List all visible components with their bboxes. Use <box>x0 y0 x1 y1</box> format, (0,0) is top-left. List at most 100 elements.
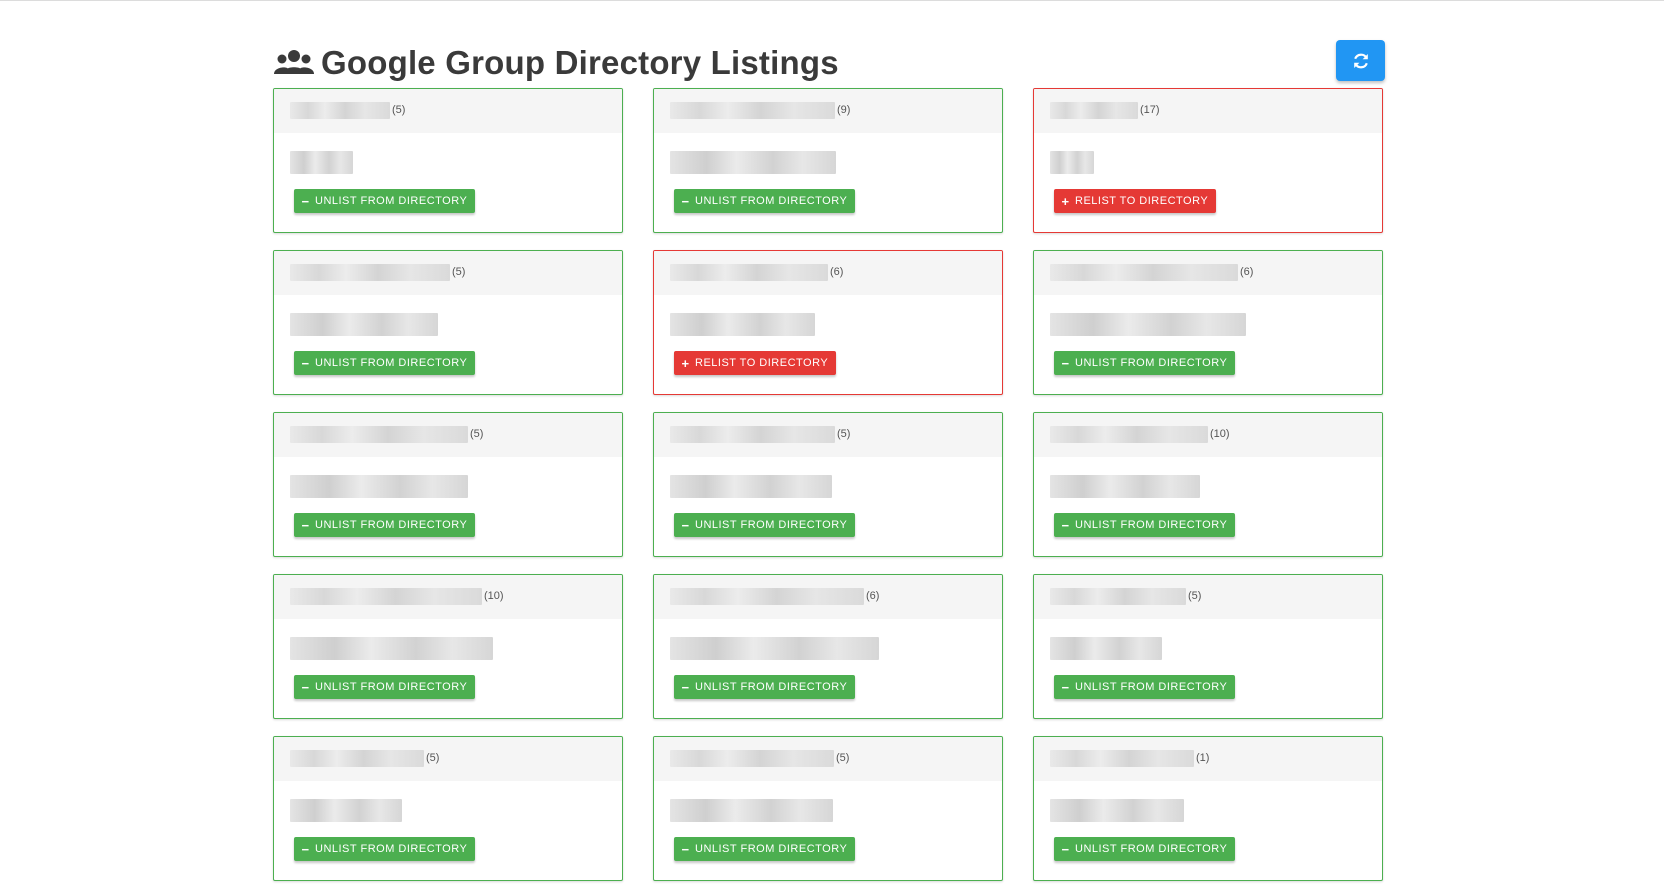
member-count: (9) <box>837 104 851 116</box>
button-label: UNLIST FROM DIRECTORY <box>695 195 848 207</box>
group-card: (5) − UNLIST FROM DIRECTORY <box>273 412 623 557</box>
group-card: (9) − UNLIST FROM DIRECTORY <box>653 88 1003 233</box>
unlist-button[interactable]: − UNLIST FROM DIRECTORY <box>1054 837 1236 861</box>
member-count: (5) <box>426 752 440 764</box>
member-count: (6) <box>1240 266 1254 278</box>
button-label: UNLIST FROM DIRECTORY <box>1075 357 1228 369</box>
page-header: Google Group Directory Listings <box>273 40 1385 90</box>
unlist-button[interactable]: − UNLIST FROM DIRECTORY <box>294 837 476 861</box>
button-label: UNLIST FROM DIRECTORY <box>315 843 468 855</box>
minus-icon: − <box>681 193 690 209</box>
minus-icon: − <box>681 841 690 857</box>
unlist-button[interactable]: − UNLIST FROM DIRECTORY <box>294 189 476 213</box>
users-icon <box>274 50 314 74</box>
group-card-header: (5) <box>1034 575 1382 619</box>
unlist-button[interactable]: − UNLIST FROM DIRECTORY <box>1054 351 1236 375</box>
member-count: (5) <box>470 428 484 440</box>
member-count: (6) <box>866 590 880 602</box>
refresh-icon <box>1353 53 1368 68</box>
button-label: UNLIST FROM DIRECTORY <box>315 195 468 207</box>
member-count: (5) <box>837 428 851 440</box>
plus-icon: + <box>681 355 690 371</box>
redacted-group-name <box>290 264 450 281</box>
member-count: (10) <box>1210 428 1230 440</box>
unlist-button[interactable]: − UNLIST FROM DIRECTORY <box>294 513 476 537</box>
group-card: (5) − UNLIST FROM DIRECTORY <box>653 412 1003 557</box>
group-card: (10) − UNLIST FROM DIRECTORY <box>1033 412 1383 557</box>
redacted-group-email <box>670 151 836 174</box>
group-card: (5) − UNLIST FROM DIRECTORY <box>273 736 623 881</box>
unlist-button[interactable]: − UNLIST FROM DIRECTORY <box>294 675 476 699</box>
redacted-group-email <box>290 799 402 822</box>
button-label: UNLIST FROM DIRECTORY <box>315 681 468 693</box>
group-card: (10) − UNLIST FROM DIRECTORY <box>273 574 623 719</box>
minus-icon: − <box>1061 355 1070 371</box>
relist-button[interactable]: + RELIST TO DIRECTORY <box>1054 189 1217 213</box>
button-label: UNLIST FROM DIRECTORY <box>695 843 848 855</box>
minus-icon: − <box>1061 517 1070 533</box>
button-label: UNLIST FROM DIRECTORY <box>1075 681 1228 693</box>
unlist-button[interactable]: − UNLIST FROM DIRECTORY <box>674 837 856 861</box>
unlist-button[interactable]: − UNLIST FROM DIRECTORY <box>674 189 856 213</box>
unlist-button[interactable]: − UNLIST FROM DIRECTORY <box>674 513 856 537</box>
group-card: (6) − UNLIST FROM DIRECTORY <box>653 574 1003 719</box>
relist-button[interactable]: + RELIST TO DIRECTORY <box>674 351 837 375</box>
group-card: (1) − UNLIST FROM DIRECTORY <box>1033 736 1383 881</box>
group-card-header: (5) <box>654 413 1002 457</box>
redacted-group-name <box>290 750 424 767</box>
group-card: (5) − UNLIST FROM DIRECTORY <box>273 250 623 395</box>
group-card-header: (10) <box>274 575 622 619</box>
redacted-group-name <box>670 102 835 119</box>
group-card: (5) − UNLIST FROM DIRECTORY <box>1033 574 1383 719</box>
group-card-header: (6) <box>654 575 1002 619</box>
member-count: (17) <box>1140 104 1160 116</box>
redacted-group-name <box>290 588 482 605</box>
redacted-group-email <box>1050 151 1094 174</box>
unlist-button[interactable]: − UNLIST FROM DIRECTORY <box>1054 675 1236 699</box>
group-card: (6) + RELIST TO DIRECTORY <box>653 250 1003 395</box>
group-card: (17) + RELIST TO DIRECTORY <box>1033 88 1383 233</box>
redacted-group-email <box>1050 637 1162 660</box>
unlist-button[interactable]: − UNLIST FROM DIRECTORY <box>1054 513 1236 537</box>
button-label: RELIST TO DIRECTORY <box>1075 195 1209 207</box>
group-card-header: (17) <box>1034 89 1382 133</box>
redacted-group-email <box>290 313 438 336</box>
group-card-header: (6) <box>1034 251 1382 295</box>
group-card-header: (9) <box>654 89 1002 133</box>
redacted-group-name <box>1050 426 1208 443</box>
page-title: Google Group Directory Listings <box>321 44 839 81</box>
minus-icon: − <box>681 679 690 695</box>
unlist-button[interactable]: − UNLIST FROM DIRECTORY <box>674 675 856 699</box>
minus-icon: − <box>301 517 310 533</box>
group-card-header: (5) <box>654 737 1002 781</box>
group-card-header: (5) <box>274 251 622 295</box>
plus-icon: + <box>1061 193 1070 209</box>
minus-icon: − <box>301 193 310 209</box>
minus-icon: − <box>681 517 690 533</box>
redacted-group-email <box>1050 799 1184 822</box>
group-card-header: (5) <box>274 89 622 133</box>
button-label: UNLIST FROM DIRECTORY <box>1075 843 1228 855</box>
redacted-group-name <box>670 750 834 767</box>
redacted-group-email <box>290 151 353 174</box>
redacted-group-name <box>670 264 828 281</box>
member-count: (5) <box>1188 590 1202 602</box>
minus-icon: − <box>1061 679 1070 695</box>
member-count: (5) <box>392 104 406 116</box>
redacted-group-email <box>670 637 879 660</box>
minus-icon: − <box>1061 841 1070 857</box>
redacted-group-email <box>290 475 468 498</box>
refresh-button[interactable] <box>1336 40 1385 81</box>
group-card: (5) − UNLIST FROM DIRECTORY <box>653 736 1003 881</box>
title-block: Google Group Directory Listings <box>273 44 839 82</box>
group-card-header: (5) <box>274 737 622 781</box>
minus-icon: − <box>301 355 310 371</box>
minus-icon: − <box>301 841 310 857</box>
redacted-group-name <box>290 426 468 443</box>
redacted-group-name <box>290 102 390 119</box>
redacted-group-name <box>670 426 835 443</box>
button-label: UNLIST FROM DIRECTORY <box>695 681 848 693</box>
redacted-group-name <box>1050 264 1238 281</box>
unlist-button[interactable]: − UNLIST FROM DIRECTORY <box>294 351 476 375</box>
group-card-header: (10) <box>1034 413 1382 457</box>
